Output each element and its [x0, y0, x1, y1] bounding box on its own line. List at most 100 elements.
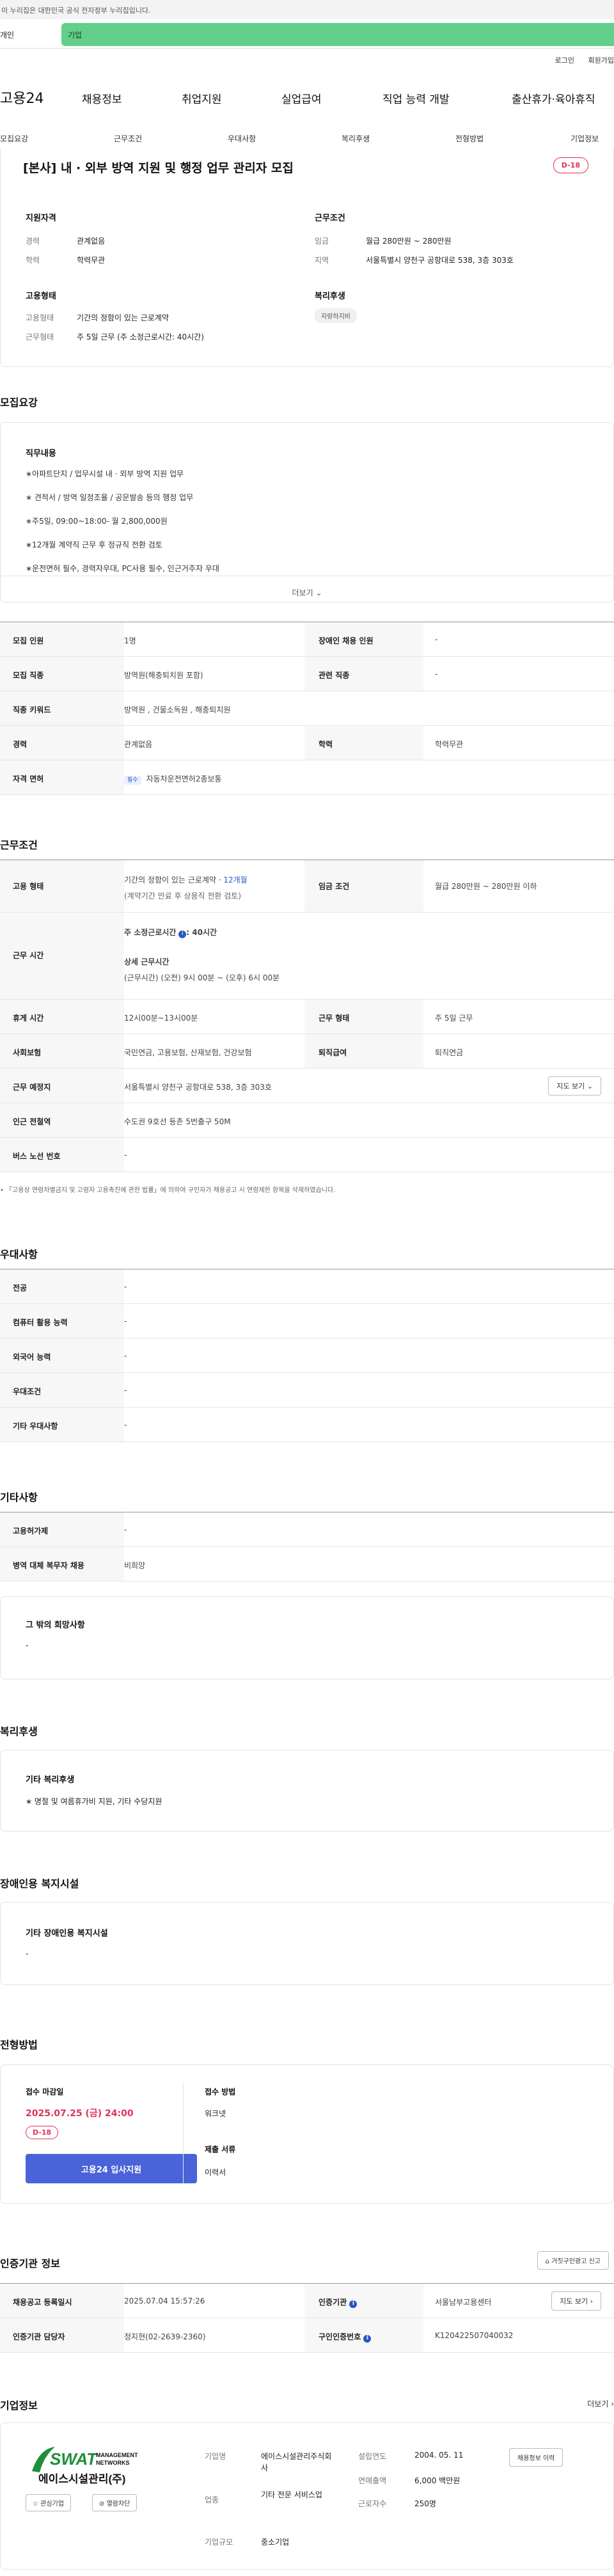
agency-map-button[interactable]: 지도 보기 ›	[551, 2291, 601, 2311]
field-text: -	[124, 1525, 127, 1534]
tab-recruit[interactable]: 모집요강	[0, 133, 28, 144]
field-text: -	[124, 1386, 127, 1395]
company-heading: 기업정보	[0, 2399, 38, 2412]
table-row: 경력 관계없음 학력 학력무관	[0, 726, 614, 760]
table-row: 근무 예정지 서울특별시 양천구 공항대로 538, 3층 303호 지도 보기 ⌄	[0, 1069, 614, 1103]
emptype-value: 기간의 정함이 있는 근로계약	[77, 313, 169, 322]
field-text: -	[124, 1351, 127, 1360]
field-text: 기타 전문 서비스업	[261, 2490, 322, 2499]
field-text: 상세 근무시간	[124, 957, 169, 966]
tab-company[interactable]: 기업정보	[571, 133, 599, 144]
global-nav: 고용24 채용정보 취업지원 실업급여 직업 능력 개발 출산휴가·육아휴직	[0, 87, 614, 110]
field-text: : 40시간	[186, 928, 217, 937]
field-text: (근무시간) (오전) 9시 00분 ~ (오후) 6시 00분	[124, 973, 280, 982]
docs-value: 이력서	[205, 2168, 226, 2177]
nav-parental-leave[interactable]: 출산휴가·육아휴직	[512, 90, 595, 106]
field-text: 외국어 능력	[0, 1339, 124, 1372]
nav-employment-support[interactable]: 취업지원	[182, 90, 222, 106]
field-text: -	[435, 635, 438, 644]
duty-item: ∗ 견적서 / 방역 일정조율 / 공문발송 등의 행정 업무	[26, 493, 194, 502]
deadline-label: 접수 마감일	[26, 2087, 64, 2096]
field-text: -	[435, 670, 438, 679]
field-text: 사회보험	[0, 1034, 124, 1068]
field-text: 정지현(02-2639-2360)	[124, 2332, 206, 2341]
field-text: 직종 키워드	[0, 691, 124, 725]
table-row: 인근 전철역 수도권 9호선 등촌 5번출구 50M	[0, 1103, 614, 1138]
table-row: 근무 시간 주 소정근로시간 i: 40시간 상세 근무시간 (근무시간) (오전)…	[0, 913, 614, 1000]
tab-corp[interactable]: 기업	[61, 23, 614, 46]
nav-jobs[interactable]: 채용정보	[82, 90, 122, 106]
fav-button[interactable]: ☆ 관심기업	[26, 2494, 71, 2511]
hope-value: -	[26, 1641, 29, 1650]
history-button[interactable]: 채용정보 이력	[509, 2448, 563, 2467]
agency-table: 채용공고 등록일시 2025.07.04 15:57:26 인증기관 i 서울남부고용…	[0, 2283, 614, 2353]
edu-value: 학력무관	[77, 256, 106, 265]
tab-work[interactable]: 근무조건	[114, 133, 142, 144]
info-icon[interactable]: i	[363, 2335, 372, 2343]
field-text: 장애인 채용 인원	[304, 622, 423, 656]
field-text: 퇴직급여	[304, 1034, 423, 1068]
pref-table: 전공 - 컴퓨터 활용 능력 - 외국어 능력 - 우대조건 - 기타 우대사항 -	[0, 1269, 614, 1442]
field-text: 자격 면허	[0, 760, 124, 794]
table-row: 휴게 시간 12시00분~13시00분 근무 형태 주 5일 근무	[0, 1000, 614, 1034]
login-link[interactable]: 로그인	[555, 56, 574, 65]
career-value: 관계없음	[77, 237, 106, 246]
site-logo[interactable]: 고용24	[0, 87, 43, 107]
field-text: 연매출액	[358, 2476, 387, 2485]
map-button[interactable]: 지도 보기 ⌄	[548, 1076, 601, 1096]
tab-screening[interactable]: 전형방법	[455, 133, 484, 144]
field-text: 250명	[414, 2499, 436, 2508]
tab-person[interactable]: 개인	[0, 23, 61, 46]
field-text: -	[124, 1420, 127, 1429]
field-text: 병역 대체 복무자 채용	[0, 1547, 124, 1581]
apply-button[interactable]: 고용24 입사지원	[26, 2154, 197, 2183]
method-label: 접수 방법	[205, 2087, 236, 2096]
field-text: 기업명	[205, 2452, 226, 2461]
tab-pref[interactable]: 우대사항	[228, 133, 256, 144]
field-text: 수도권 9호선 등촌 5번출구 50M	[124, 1117, 231, 1126]
field-text: 2004. 05. 11	[414, 2451, 464, 2460]
field-text: 인증기관 담당자	[0, 2318, 124, 2352]
top-tabs: 개인 기업	[0, 19, 614, 49]
recruit-heading: 모집요강	[0, 397, 38, 409]
welfare-sub-label: 기타 복리후생	[26, 1775, 75, 1785]
signup-link[interactable]: 회원가입	[588, 56, 614, 65]
field-text: -	[124, 1282, 127, 1291]
field-text: 열람차단	[106, 2501, 130, 2508]
report-button[interactable]: ⌂ 거짓구인광고 신고	[537, 2251, 609, 2270]
field-text: 학력무관	[435, 740, 464, 749]
welfare-value: ∗ 명절 및 여름휴가비 지원, 기타 수당지원	[26, 1797, 162, 1806]
field-text: 고용 형태	[0, 860, 124, 912]
field-text: 6,000 백만원	[414, 2476, 460, 2485]
nav-unemployment-benefit[interactable]: 실업급여	[281, 90, 322, 106]
table-row: 직종 키워드 방역원 , 건물소독원 , 해충퇴치원	[0, 691, 614, 726]
table-row: 버스 노선 번호 -	[0, 1138, 614, 1172]
nav-job-training[interactable]: 직업 능력 개발	[382, 90, 450, 106]
field-text: 더보기	[587, 2399, 609, 2408]
field-text: 12시00분~13시00분	[124, 1014, 198, 1023]
work-table: 고용 형태 기간의 정함이 있는 근로계약 · 12개월 (계약기간 만료 후 상…	[0, 860, 614, 1172]
screening-heading: 전형방법	[0, 2039, 38, 2051]
emptype-key: 고용형태	[26, 313, 54, 322]
more-button[interactable]: 더보기 ⌄	[0, 587, 614, 598]
svg-text:NETWORKS: NETWORKS	[96, 2460, 130, 2466]
disability-label: 기타 장애인용 복지시설	[26, 1929, 108, 1938]
field-text: 관심기업	[40, 2501, 64, 2508]
info-icon[interactable]: i	[178, 931, 187, 938]
report-icon: ⌂	[545, 2258, 550, 2265]
table-row: 채용공고 등록일시 2025.07.04 15:57:26 인증기관 i 서울남부고용…	[0, 2284, 614, 2318]
tab-welfare[interactable]: 복리후생	[342, 133, 370, 144]
info-icon[interactable]: i	[349, 2300, 358, 2308]
field-text: 경력	[0, 726, 124, 760]
method-value: 워크넷	[205, 2109, 226, 2118]
table-row: 모집 인원 1명 장애인 채용 인원 -	[0, 622, 614, 657]
duty-item: ∗주5일, 09:00~18:00- 월 2,800,000원	[26, 517, 168, 526]
field-text: 12개월	[223, 876, 248, 884]
block-button[interactable]: ⊘ 열람차단	[92, 2494, 138, 2511]
duty-item: ∗아파트단지 / 업무시설 내 · 외부 방역 지원 업무	[26, 469, 184, 478]
field-text: 채용공고 등록일시	[0, 2284, 124, 2318]
field-text: -	[124, 1151, 127, 1159]
wage-value: 월급 280만원 ~ 280만원	[366, 237, 452, 246]
table-row: 컴퓨터 활용 능력 -	[0, 1304, 614, 1339]
company-more-link[interactable]: 더보기 ›	[587, 2398, 614, 2409]
